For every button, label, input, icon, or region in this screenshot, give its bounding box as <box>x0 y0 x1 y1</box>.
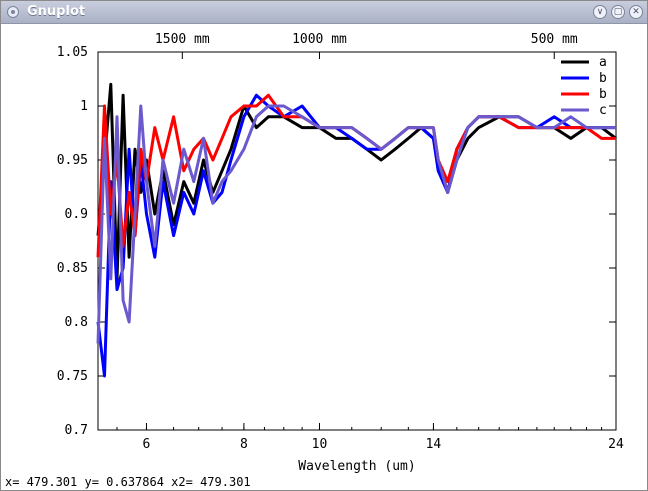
title-bar[interactable]: Gnuplot ∨ ▢ ✕ <box>1 1 647 24</box>
plot-frame <box>97 51 617 431</box>
series-line-1 <box>96 93 616 378</box>
y-tick-label: 0.95 <box>57 153 88 168</box>
x-tick-label: 14 <box>426 437 442 452</box>
y-tick-label: 0.9 <box>65 207 88 222</box>
series-line-0 <box>96 82 617 281</box>
y-tick-label: 0.8 <box>65 315 88 330</box>
x2-tick-label: 1500 mm <box>155 32 210 47</box>
y-tick-label: 0.75 <box>57 369 88 384</box>
x-tick-label: 8 <box>240 437 248 452</box>
maximize-button[interactable]: ▢ <box>611 5 625 19</box>
x-axis-label: Wavelength (um) <box>298 459 415 474</box>
window-title: Gnuplot <box>27 4 86 19</box>
status-bar: x= 479.301 y= 0.637864 x2= 479.301 <box>1 475 647 490</box>
x-tick-label: 10 <box>312 437 328 452</box>
plot-canvas[interactable]: 0.7 0.75 0.8 0.85 0.9 0.95 1 1.05 6 8 10 14 24 1500… <box>1 24 647 475</box>
app-menu-icon[interactable] <box>7 6 19 18</box>
x2-tick-label: 1000 mm <box>292 32 347 47</box>
minimize-button[interactable]: ∨ <box>593 5 607 19</box>
chart-svg: 0.7 0.75 0.8 0.85 0.9 0.95 1 1.05 6 8 10 14 24 1500… <box>57 32 624 474</box>
y-tick-label: 0.85 <box>57 261 88 276</box>
y-tick-label: 1 <box>80 99 88 114</box>
x-tick-label: 24 <box>608 437 624 452</box>
cursor-coordinates: x= 479.301 y= 0.637864 x2= 479.301 <box>5 475 251 489</box>
x2-tick-label: 500 mm <box>531 32 578 47</box>
y-tick-label: 0.7 <box>65 423 88 438</box>
close-button[interactable]: ✕ <box>629 5 643 19</box>
legend-label: a <box>599 55 607 70</box>
gnuplot-window: Gnuplot ∨ ▢ ✕ 0.7 0.75 0.8 0.85 0.9 0.95 1 1.05… <box>0 0 648 491</box>
legend-label: b <box>599 87 607 102</box>
legend-label: b <box>599 71 607 86</box>
legend-label: c <box>599 103 607 118</box>
y-tick-label: 1.05 <box>57 45 88 60</box>
x-tick-label: 6 <box>143 437 151 452</box>
